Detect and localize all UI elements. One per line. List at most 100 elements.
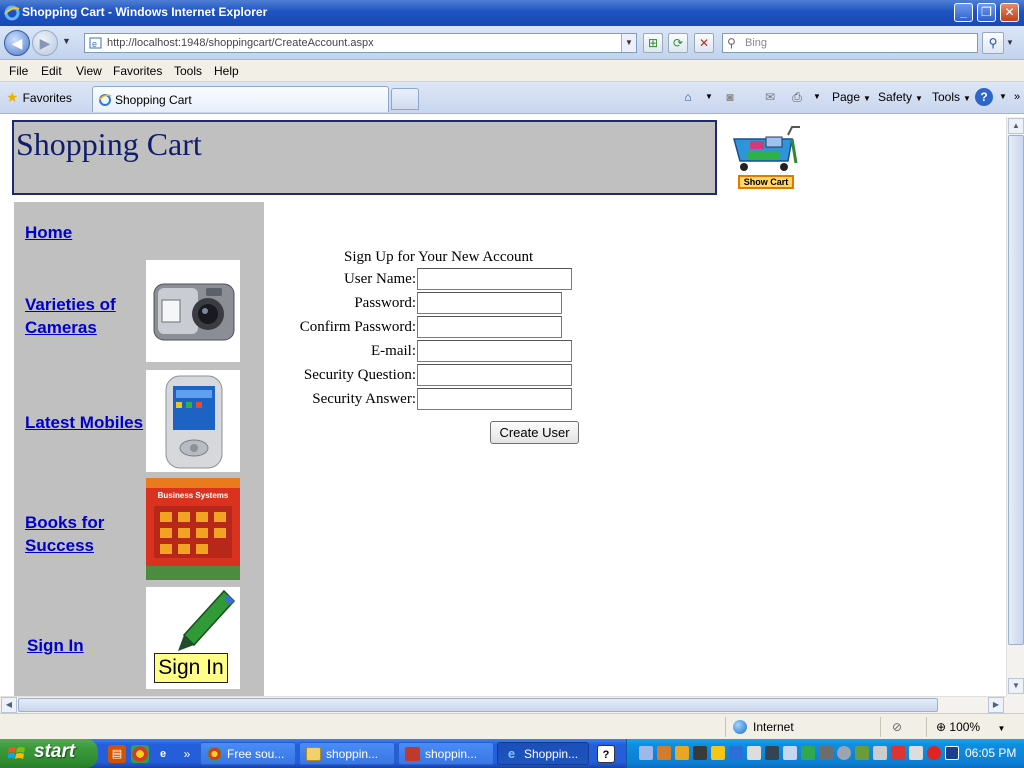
start-button[interactable]: start xyxy=(0,739,98,768)
tray-icon[interactable] xyxy=(945,746,959,760)
sidebar-item-sign-in[interactable]: Sign In xyxy=(27,634,84,657)
search-go-button[interactable]: ⚲ xyxy=(982,32,1004,54)
menu-edit[interactable]: Edit xyxy=(41,64,62,78)
system-tray: 06:05 PM xyxy=(626,739,1024,768)
clock[interactable]: 06:05 PM xyxy=(965,746,1016,760)
tray-icon[interactable] xyxy=(801,746,815,760)
scroll-right-icon[interactable]: ▶ xyxy=(988,697,1004,713)
back-button[interactable]: ◀ xyxy=(4,30,30,56)
sidebar-item-home[interactable]: Home xyxy=(25,221,72,244)
status-separator xyxy=(926,717,927,737)
horizontal-scrollbar[interactable]: ◀ ▶ xyxy=(0,696,1006,713)
security-zone[interactable]: Internet xyxy=(733,720,794,734)
tab-shopping-cart[interactable]: Shopping Cart xyxy=(92,86,389,112)
scroll-up-icon[interactable]: ▲ xyxy=(1008,118,1024,134)
tray-icon[interactable] xyxy=(819,746,833,760)
book-image[interactable]: Business Systems xyxy=(146,478,240,580)
chevron-more-icon[interactable]: » xyxy=(1008,88,1024,106)
sidebar-item-cameras[interactable]: Varieties of Cameras xyxy=(25,293,145,339)
feeds-icon[interactable]: ◙ xyxy=(721,88,739,106)
taskbar-item-folder[interactable]: shoppin... xyxy=(299,742,395,765)
favorites-button[interactable]: ★ Favorites xyxy=(6,89,72,106)
create-user-button[interactable]: Create User xyxy=(490,421,579,444)
tray-icon[interactable] xyxy=(639,746,653,760)
search-input[interactable]: ⚲ Bing xyxy=(722,33,978,53)
zoom-dropdown-icon[interactable]: ▼ xyxy=(997,724,1005,733)
history-dropdown-icon[interactable]: ▼ xyxy=(62,36,71,46)
ie-quicklaunch-icon[interactable]: e xyxy=(154,745,172,763)
url-dropdown-icon[interactable]: ▼ xyxy=(621,34,636,52)
home-dropdown-icon[interactable]: ▼ xyxy=(700,88,718,106)
security-answer-input[interactable] xyxy=(417,388,572,410)
tray-icon[interactable] xyxy=(675,746,689,760)
taskbar-item-ie[interactable]: e Shoppin... xyxy=(497,742,589,765)
help-icon[interactable]: ? xyxy=(975,88,993,106)
print-icon[interactable]: ⎙ xyxy=(788,88,806,106)
tray-icon[interactable] xyxy=(657,746,671,760)
help-taskbar-icon[interactable]: ? xyxy=(597,745,615,763)
tab-label: Shopping Cart xyxy=(115,93,192,107)
close-button[interactable]: ✕ xyxy=(1000,3,1019,22)
new-tab-button[interactable] xyxy=(391,88,419,110)
mail-icon[interactable]: ✉ xyxy=(761,88,779,106)
protected-mode-icon[interactable]: ⊘ xyxy=(888,718,906,736)
tray-icon[interactable] xyxy=(693,746,707,760)
sidebar-item-books[interactable]: Books for Success xyxy=(25,511,145,557)
menu-view[interactable]: View xyxy=(76,64,102,78)
email-input[interactable] xyxy=(417,340,572,362)
tray-icon[interactable] xyxy=(891,746,905,760)
shield-icon[interactable] xyxy=(711,746,725,760)
url-input[interactable]: e http://localhost:1948/shoppingcart/Cre… xyxy=(84,33,637,53)
sign-in-image[interactable]: Sign In xyxy=(146,587,240,689)
menu-favorites[interactable]: Favorites xyxy=(113,64,162,78)
security-question-input[interactable] xyxy=(417,364,572,386)
search-options-icon[interactable]: ▼ xyxy=(1006,38,1014,47)
tray-icon[interactable] xyxy=(927,746,941,760)
vertical-scroll-thumb[interactable] xyxy=(1008,135,1024,645)
mobile-phone-icon xyxy=(165,375,223,469)
zoom-icon: ⊕ xyxy=(936,720,950,734)
tray-icon[interactable] xyxy=(873,746,887,760)
scroll-down-icon[interactable]: ▼ xyxy=(1008,678,1024,694)
forward-button[interactable]: ▶ xyxy=(32,30,58,56)
minimize-button[interactable]: _ xyxy=(954,3,973,22)
vertical-scrollbar[interactable]: ▲ ▼ xyxy=(1006,117,1024,696)
tray-icon[interactable] xyxy=(837,746,851,760)
home-icon[interactable]: ⌂ xyxy=(679,88,697,106)
taskbar: start ▤ e » Free sou... shoppin... shopp… xyxy=(0,739,1024,768)
scroll-left-icon[interactable]: ◀ xyxy=(1,697,17,713)
taskbar-item-chrome[interactable]: Free sou... xyxy=(200,742,296,765)
password-input[interactable] xyxy=(417,292,562,314)
maximize-button[interactable]: ❐ xyxy=(977,3,996,22)
volume-icon[interactable] xyxy=(909,746,923,760)
camera-image[interactable] xyxy=(146,260,240,362)
show-cart-label: Show Cart xyxy=(738,175,794,189)
zoom-control[interactable]: ⊕ 100% ▼ xyxy=(936,720,1005,734)
compatibility-view-icon[interactable]: ⊞ xyxy=(643,33,663,53)
tray-icon[interactable] xyxy=(747,746,761,760)
taskbar-item-visual-studio[interactable]: shoppin... xyxy=(398,742,494,765)
quicklaunch-more-icon[interactable]: » xyxy=(178,745,196,763)
page-menu[interactable]: Page ▼ xyxy=(832,90,871,104)
safety-menu[interactable]: Safety ▼ xyxy=(878,90,923,104)
menu-file[interactable]: File xyxy=(9,64,28,78)
chrome-icon[interactable] xyxy=(131,745,149,763)
refresh-icon[interactable]: ⟳ xyxy=(668,33,688,53)
menu-help[interactable]: Help xyxy=(214,64,239,78)
command-bar: ★ Favorites Shopping Cart ⌂ ▼ ◙ ✉ ⎙ ▼ Pag… xyxy=(0,82,1024,114)
horizontal-scroll-thumb[interactable] xyxy=(18,698,938,712)
tray-icon[interactable] xyxy=(765,746,779,760)
username-input[interactable] xyxy=(417,268,572,290)
sidebar-item-mobiles[interactable]: Latest Mobiles xyxy=(25,411,145,434)
confirm-password-input[interactable] xyxy=(417,316,562,338)
tools-menu[interactable]: Tools ▼ xyxy=(932,90,971,104)
mobile-image[interactable] xyxy=(146,370,240,472)
stop-icon[interactable]: ✕ xyxy=(694,33,714,53)
menu-tools[interactable]: Tools xyxy=(174,64,202,78)
tray-icon[interactable] xyxy=(855,746,869,760)
show-cart-button[interactable]: Show Cart xyxy=(730,123,806,189)
quicklaunch-app-icon[interactable]: ▤ xyxy=(108,745,126,763)
tray-icon[interactable] xyxy=(783,746,797,760)
print-dropdown-icon[interactable]: ▼ xyxy=(808,88,826,106)
tray-icon[interactable] xyxy=(729,746,743,760)
